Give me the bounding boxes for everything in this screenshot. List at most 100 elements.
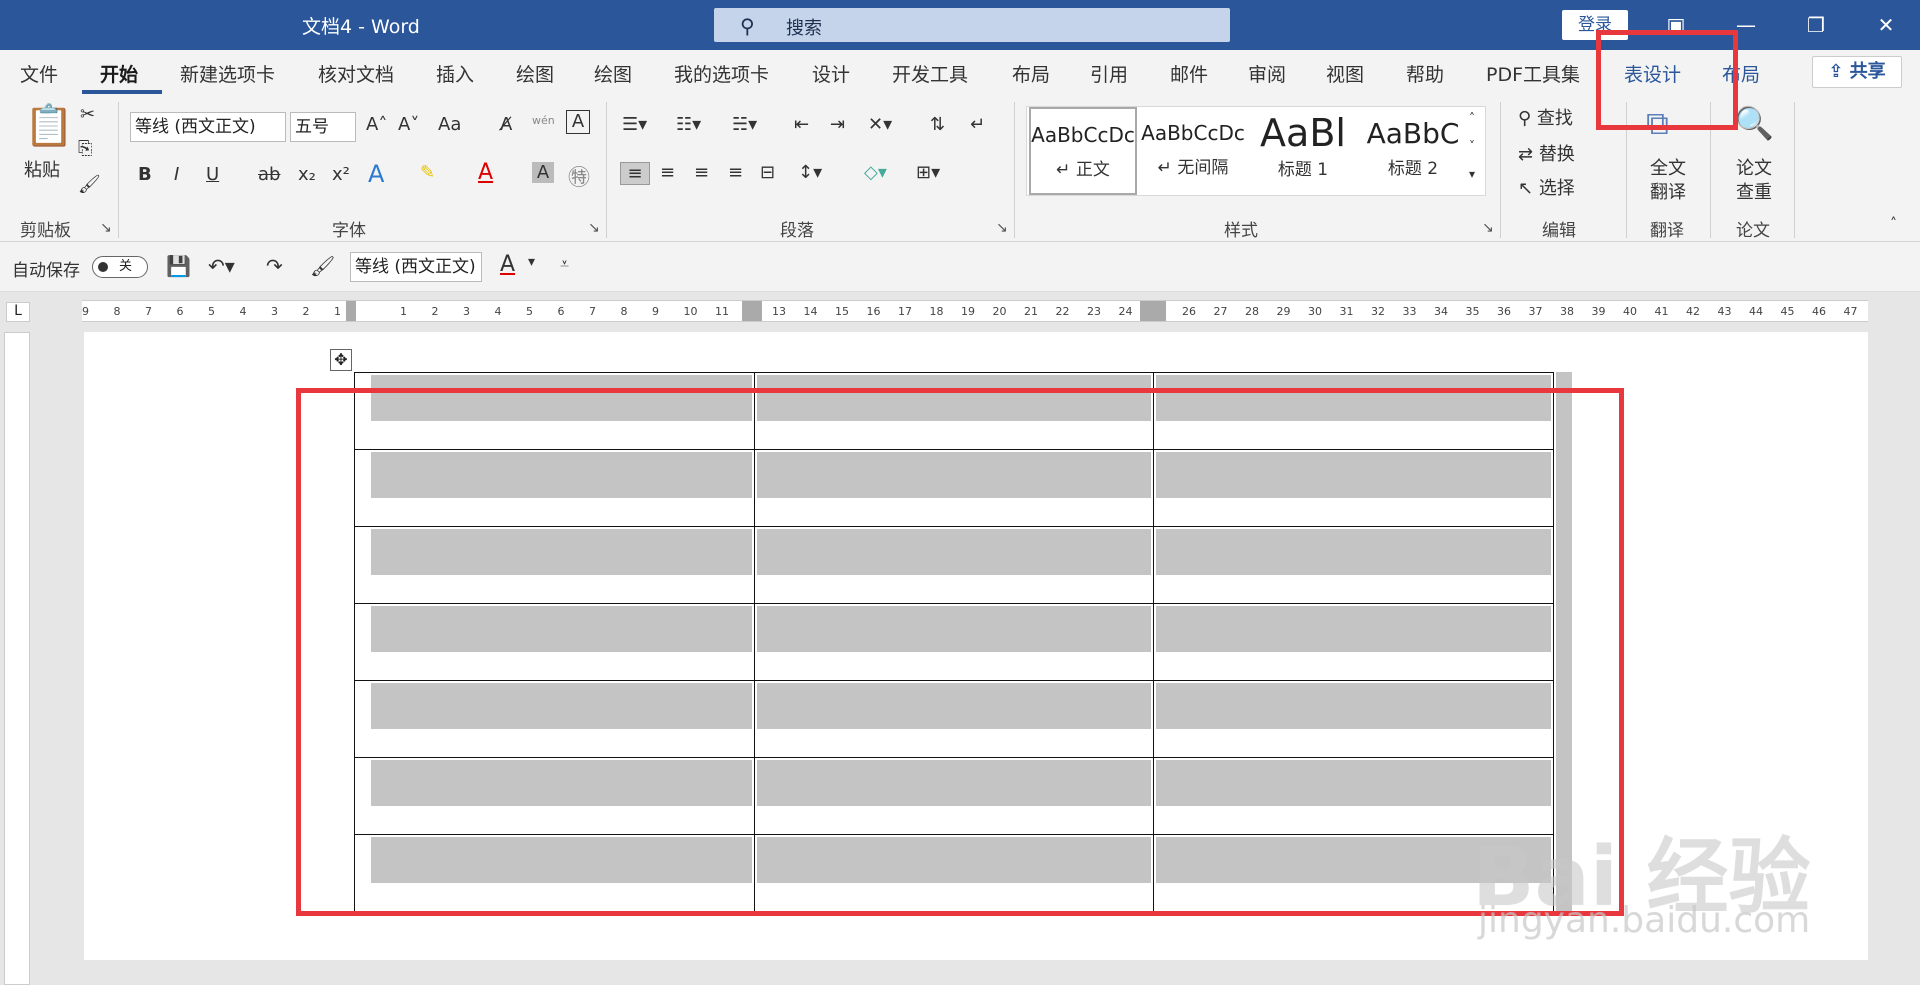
decrease-indent-icon[interactable]: ⇤ [794, 114, 809, 135]
char-border-icon[interactable]: A [566, 110, 590, 134]
underline-button[interactable]: U [206, 164, 219, 185]
styles-launcher-icon[interactable]: ↘ [1482, 220, 1494, 236]
tab-new[interactable]: 新建选项卡 [180, 60, 275, 87]
paragraph-launcher-icon[interactable]: ↘ [996, 220, 1008, 236]
shading-icon[interactable]: ◇▾ [864, 162, 887, 183]
table-move-handle-icon[interactable]: ✥ [330, 349, 352, 371]
select-button[interactable]: ↖ 选择 [1518, 174, 1575, 200]
ruler-tick: 8 [620, 305, 628, 318]
ruler-tick: 9 [652, 305, 659, 318]
clipboard-launcher-icon[interactable]: ↘ [100, 220, 112, 236]
superscript-button[interactable]: x² [332, 164, 350, 185]
tab-home[interactable]: 开始 [100, 60, 138, 87]
tab-selector[interactable]: L [6, 302, 30, 322]
tab-help[interactable]: 帮助 [1406, 60, 1444, 87]
ruler-tick: 6 [557, 305, 565, 318]
ruler-tick: 43 [1717, 305, 1732, 318]
font-color-button[interactable]: A [478, 160, 493, 185]
tab-file[interactable]: 文件 [20, 60, 58, 87]
increase-indent-icon[interactable]: ⇥ [830, 114, 845, 135]
paragraph-group-label: 段落 [780, 221, 814, 241]
chinese-layout-icon[interactable]: ✕▾ [868, 114, 892, 135]
style-normal[interactable]: AaBbCcDc ↵ 正文 [1029, 107, 1137, 195]
paste-icon[interactable]: 📋 [24, 102, 74, 149]
align-right-icon[interactable]: ≡ [694, 162, 709, 183]
copy-icon[interactable]: ⎘ [78, 138, 92, 159]
ruler-tick: 29 [1276, 305, 1291, 318]
undo-icon[interactable]: ↶▾ [208, 254, 235, 278]
replace-button[interactable]: ⇄ 替换 [1518, 140, 1575, 166]
tab-design[interactable]: 设计 [812, 60, 850, 87]
qat-font-color-button[interactable]: A [500, 252, 515, 277]
style-heading-2[interactable]: AaBbC 标题 2 [1359, 107, 1467, 195]
show-marks-icon[interactable]: ↵ [970, 114, 985, 135]
align-left-icon[interactable]: ≡ [620, 162, 650, 185]
tab-developer[interactable]: 开发工具 [892, 60, 968, 87]
qat-font-select[interactable]: 等线 (西文正文) [350, 252, 482, 282]
distributed-icon[interactable]: ⊟ [760, 162, 775, 183]
borders-icon[interactable]: ⊞▾ [916, 162, 940, 183]
bullets-icon[interactable]: ☰▾ [622, 114, 647, 135]
paste-button[interactable]: 粘贴 [24, 156, 60, 182]
style-heading-1[interactable]: AaBl 标题 1 [1249, 107, 1357, 195]
collapse-ribbon-icon[interactable]: ˄ [1890, 216, 1897, 232]
tab-my[interactable]: 我的选项卡 [674, 60, 769, 87]
find-button[interactable]: ⚲ 查找 [1518, 104, 1573, 130]
styles-up-icon[interactable]: ˄ [1469, 111, 1475, 125]
tab-proofread[interactable]: 核对文档 [318, 60, 394, 87]
bold-button[interactable]: B [138, 164, 152, 185]
numbering-icon[interactable]: ☷▾ [676, 114, 701, 135]
format-painter-icon[interactable]: 🖌 [78, 174, 101, 195]
ruler-tick: 27 [1213, 305, 1228, 318]
share-button[interactable]: ⇪ 共享 [1812, 56, 1902, 88]
font-size-select[interactable]: 五号 [290, 112, 356, 142]
translate-full-label[interactable]: 全文 [1650, 154, 1686, 180]
tab-review[interactable]: 审阅 [1248, 60, 1286, 87]
horizontal-ruler[interactable]: 9 8 7 6 5 4 3 2 1 1 2 3 4 5 6 7 8 9 10 11 13 14 15 16 17 18 19 20 21… [82, 300, 1868, 322]
align-center-icon[interactable]: ≡ [660, 162, 675, 183]
clear-format-icon[interactable]: A̸ [500, 114, 512, 135]
pinyin-icon[interactable]: wén [532, 114, 555, 127]
tab-insert[interactable]: 插入 [436, 60, 474, 87]
tab-draw-2[interactable]: 绘图 [594, 60, 632, 87]
search-box[interactable]: ⚲ 搜索 [714, 8, 1230, 42]
save-icon[interactable]: 💾 [166, 254, 191, 278]
highlight-icon[interactable]: ✎ [420, 162, 435, 183]
enclose-char-icon[interactable]: ㊕ [568, 160, 590, 192]
tab-pdf[interactable]: PDF工具集 [1486, 60, 1580, 87]
sort-icon[interactable]: ⇅ [930, 114, 945, 135]
multilevel-list-icon[interactable]: ☵▾ [732, 114, 757, 135]
line-spacing-icon[interactable]: ↕▾ [798, 162, 822, 183]
format-painter-qat-icon[interactable]: 🖌 [310, 254, 335, 278]
close-button[interactable]: ✕ [1866, 8, 1906, 42]
thesis-check-icon[interactable]: 🔍 [1734, 104, 1774, 142]
italic-button[interactable]: I [174, 164, 179, 185]
tab-mailings[interactable]: 邮件 [1170, 60, 1208, 87]
thesis-label-1[interactable]: 论文 [1736, 154, 1772, 180]
shrink-font-icon[interactable]: A˅ [398, 114, 419, 135]
change-case-button[interactable]: Aa [438, 114, 461, 135]
char-shading-icon[interactable]: A [532, 162, 554, 183]
font-launcher-icon[interactable]: ↘ [588, 220, 600, 236]
customize-qat-icon[interactable]: ⩡ [560, 254, 569, 274]
thesis-label-2[interactable]: 查重 [1736, 178, 1772, 204]
font-name-select[interactable]: 等线 (西文正文) [130, 112, 286, 142]
styles-down-icon[interactable]: ˅ [1469, 139, 1475, 153]
tab-references[interactable]: 引用 [1090, 60, 1128, 87]
redo-icon[interactable]: ↷ [266, 254, 283, 278]
autosave-toggle[interactable]: 关 [92, 256, 148, 278]
grow-font-icon[interactable]: A˄ [366, 114, 387, 135]
restore-button[interactable]: ❐ [1796, 8, 1836, 42]
strikethrough-button[interactable]: ab [258, 164, 280, 185]
style-no-spacing[interactable]: AaBbCcDc ↵ 无间隔 [1139, 107, 1247, 195]
cut-icon[interactable]: ✂ [80, 104, 95, 125]
styles-more-icon[interactable]: ▾ [1469, 167, 1475, 181]
tab-draw[interactable]: 绘图 [516, 60, 554, 87]
subscript-button[interactable]: x₂ [298, 164, 316, 185]
tab-view[interactable]: 视图 [1326, 60, 1364, 87]
tab-layout[interactable]: 布局 [1012, 60, 1050, 87]
translate-label[interactable]: 翻译 [1650, 178, 1686, 204]
text-effects-icon[interactable]: A [368, 160, 384, 188]
qat-font-color-dropdown-icon[interactable]: ▾ [528, 254, 535, 270]
justify-icon[interactable]: ≡ [728, 162, 743, 183]
